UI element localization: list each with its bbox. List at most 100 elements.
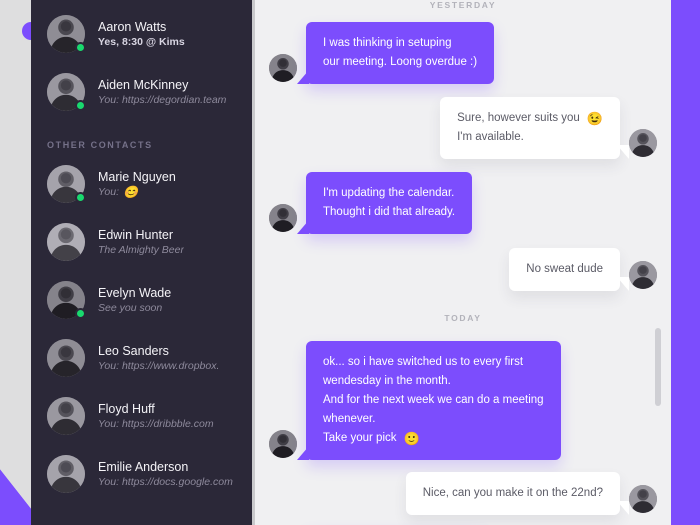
- message-line: our meeting. Loong overdue :): [323, 56, 478, 68]
- sidebar-contact-item[interactable]: Emilie Anderson You: https://docs.google.…: [31, 450, 252, 498]
- avatar: [47, 73, 86, 111]
- contact-name: Leo Sanders: [98, 343, 169, 358]
- avatar-image: [47, 397, 85, 435]
- contact-preview: Yes, 8:30 @ Kims: [98, 35, 185, 48]
- message-line: Nice, can you make it on the 22nd?: [422, 487, 603, 499]
- message-row: I was thinking in setuping our meeting. L…: [255, 22, 671, 84]
- message-row: Sure, however suits you 😉 I'm available.: [255, 97, 671, 159]
- sidebar-contact-item[interactable]: Marie Nguyen You: 😊: [31, 160, 252, 208]
- contact-preview: You: https://dribbble.com: [98, 417, 214, 430]
- avatar-image: [47, 455, 85, 493]
- sidebar-contact-item[interactable]: Floyd Huff You: https://dribbble.com: [31, 392, 252, 440]
- other-contacts-label: OTHER CONTACTS: [47, 140, 153, 150]
- contact-preview: You: https://docs.google.com: [98, 475, 233, 488]
- message-bubble[interactable]: ok... so i have switched us to every fir…: [297, 341, 561, 460]
- message-row: Nice, can you make it on the 22nd?: [255, 472, 671, 515]
- contact-text: Emilie Anderson You: https://docs.google.…: [98, 459, 233, 490]
- chat-app: Aaron Watts Yes, 8:30 @ Kims Aiden McKinne…: [0, 0, 700, 525]
- message-line: I'm updating the calendar.: [323, 187, 455, 199]
- contact-text: Aaron Watts Yes, 8:30 @ Kims: [98, 19, 185, 50]
- online-status-dot: [75, 308, 86, 319]
- message-avatar: [269, 54, 297, 82]
- avatar: [47, 339, 85, 377]
- contact-text: Leo Sanders You: https://www.dropbox.: [98, 343, 219, 374]
- contact-text: Floyd Huff You: https://dribbble.com: [98, 401, 214, 432]
- avatar: [47, 223, 85, 261]
- contacts-sidebar: Aaron Watts Yes, 8:30 @ Kims Aiden McKinne…: [31, 0, 252, 525]
- avatar-image: [47, 223, 85, 261]
- contact-preview: The Almighty Beer: [98, 243, 184, 256]
- right-accent-strip: [671, 0, 700, 525]
- message-bubble[interactable]: Nice, can you make it on the 22nd?: [405, 472, 630, 515]
- message-line: I was thinking in setuping: [323, 37, 452, 49]
- message-line: wendesday in the month.: [323, 375, 451, 387]
- message-row: No sweat dude: [255, 248, 671, 291]
- message-stream: YESTERDAY I was thinking in setuping our m…: [255, 0, 671, 525]
- contact-text: Evelyn Wade See you soon: [98, 285, 171, 316]
- other-contacts-list: Marie Nguyen You: 😊 Edwin Hunter The Almight…: [31, 160, 252, 498]
- contact-name: Emilie Anderson: [98, 459, 189, 474]
- contact-name: Floyd Huff: [98, 401, 155, 416]
- sidebar-contact-item[interactable]: Edwin Hunter The Almighty Beer: [31, 218, 252, 266]
- message-avatar: [269, 430, 297, 458]
- contact-preview: You: https://degordian.team: [98, 93, 227, 106]
- emoji-icon: 🙂: [403, 431, 420, 446]
- contact-name: Aiden McKinney: [98, 77, 189, 92]
- sidebar-contact-item[interactable]: Evelyn Wade See you soon: [31, 276, 252, 324]
- message-bubble[interactable]: Sure, however suits you 😉 I'm available.: [440, 97, 629, 159]
- sidebar-contact-item[interactable]: Aaron Watts Yes, 8:30 @ Kims: [31, 10, 252, 58]
- message-line: whenever.: [323, 413, 376, 425]
- online-status-dot: [75, 192, 86, 203]
- pinned-contacts-list: Aaron Watts Yes, 8:30 @ Kims Aiden McKinne…: [31, 10, 252, 116]
- contact-text: Edwin Hunter The Almighty Beer: [98, 227, 184, 258]
- day-separator: TODAY: [444, 313, 482, 323]
- message-bubble[interactable]: I was thinking in setuping our meeting. L…: [296, 22, 495, 84]
- message-line: No sweat dude: [526, 263, 603, 275]
- message-avatar: [629, 485, 657, 513]
- avatar: [47, 397, 85, 435]
- emoji-icon: 😉: [586, 111, 603, 126]
- contact-name: Edwin Hunter: [98, 227, 174, 242]
- message-line: And for the next week we can do a meetin…: [323, 394, 544, 406]
- contact-name: Marie Nguyen: [98, 169, 176, 184]
- contact-name: Aaron Watts: [98, 19, 167, 34]
- contact-preview: See you soon: [98, 301, 163, 314]
- message-row: I'm updating the calendar. Thought i did …: [255, 172, 671, 234]
- contact-name: Evelyn Wade: [98, 285, 172, 300]
- message-line: I'm available.: [457, 131, 524, 143]
- message-bubble[interactable]: I'm updating the calendar. Thought i did …: [296, 172, 473, 234]
- message-avatar: [629, 129, 657, 157]
- message-avatar: [269, 204, 297, 232]
- message-line: Sure, however suits you 😉: [457, 111, 603, 126]
- message-line: Thought i did that already.: [323, 206, 456, 218]
- contact-text: Aiden McKinney You: https://degordian.tea…: [98, 77, 226, 108]
- day-separator: YESTERDAY: [429, 0, 497, 10]
- avatar: [47, 455, 85, 493]
- sidebar-contact-item[interactable]: Aiden McKinney You: https://degordian.tea…: [31, 68, 252, 116]
- contact-text: Marie Nguyen You: 😊: [98, 169, 176, 200]
- avatar: [47, 165, 86, 203]
- avatar: [47, 281, 86, 319]
- contact-preview: You: 😊: [98, 184, 138, 199]
- contact-preview: You: https://www.dropbox.: [98, 359, 220, 372]
- avatar-image: [47, 339, 85, 377]
- avatar: [47, 15, 86, 53]
- message-bubble[interactable]: No sweat dude: [509, 248, 629, 291]
- message-avatar: [629, 261, 657, 289]
- chat-scrollbar[interactable]: [655, 328, 661, 406]
- emoji-icon: 😊: [123, 184, 138, 199]
- online-status-dot: [75, 100, 86, 111]
- sidebar-contact-item[interactable]: Leo Sanders You: https://www.dropbox.: [31, 334, 252, 382]
- online-status-dot: [75, 42, 86, 53]
- message-row: ok... so i have switched us to every fir…: [255, 341, 671, 460]
- chat-panel: YESTERDAY I was thinking in setuping our m…: [255, 0, 671, 525]
- message-line: Take your pick 🙂: [323, 431, 420, 446]
